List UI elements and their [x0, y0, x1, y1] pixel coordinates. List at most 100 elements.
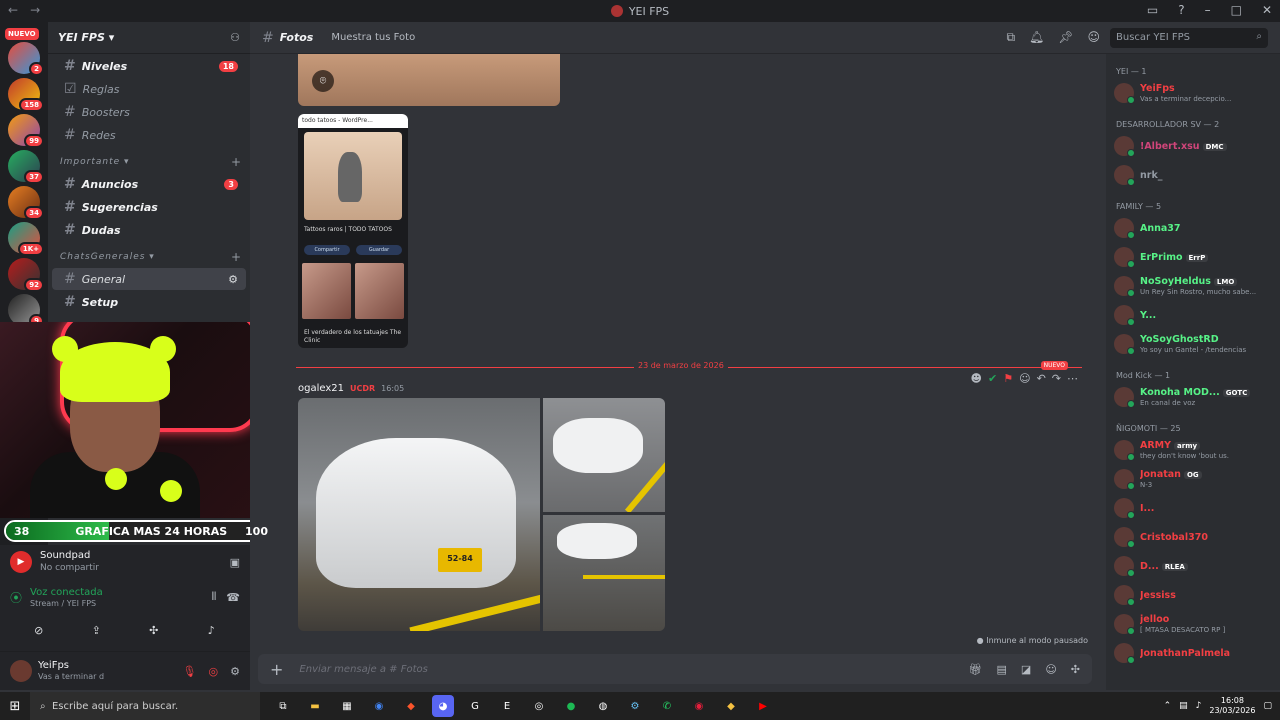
member-item[interactable]: YeiFps Vas a terminar decepcio...	[1106, 78, 1280, 107]
member-item[interactable]: Cristobal370	[1106, 522, 1280, 551]
taskbar-search[interactable]: ⌕ Escribe aquí para buscar.	[30, 692, 260, 720]
voice-connected[interactable]: ⦿ Voz conectada Stream / YEI FPS ⫴ ☎	[0, 579, 250, 615]
avatar[interactable]	[1114, 497, 1135, 519]
avatar[interactable]	[1114, 555, 1135, 577]
maximize-icon[interactable]: □	[1231, 3, 1242, 17]
reaction-flag-icon[interactable]: ⚑	[1003, 372, 1013, 385]
emoji-icon[interactable]: ☺	[1045, 663, 1056, 676]
reaction-laugh-icon[interactable]: ☻	[971, 372, 982, 385]
server-icon[interactable]: 34	[8, 186, 44, 220]
avatar[interactable]	[1114, 386, 1135, 408]
reaction-check-icon[interactable]: ✔	[988, 372, 997, 385]
channel-topic[interactable]: Muestra tus Foto	[331, 32, 415, 43]
message-input[interactable]: + Enviar mensaje a # Fotos 🎁︎ ▤ ◪ ☺ ✣	[258, 654, 1092, 684]
channel-reglas[interactable]: ☑ Reglas	[52, 78, 246, 100]
camera-off-icon[interactable]: ⊘	[17, 619, 61, 641]
forward-icon[interactable]: →	[30, 3, 40, 17]
server-icon[interactable]: 1K+	[8, 222, 44, 256]
avatar[interactable]	[1114, 642, 1135, 664]
member-item[interactable]: Jessiss	[1106, 580, 1280, 609]
help-icon[interactable]: ?	[1178, 3, 1184, 17]
threads-icon[interactable]: ⧉	[1006, 30, 1015, 45]
member-item[interactable]: nrk_	[1106, 160, 1280, 189]
members-icon[interactable]: ☺	[1087, 30, 1100, 45]
avatar[interactable]	[1114, 468, 1135, 490]
server-icon[interactable]: 37	[8, 150, 44, 184]
channel-general[interactable]: # General ⚙	[52, 268, 246, 290]
notification-icon[interactable]: ▢	[1263, 701, 1272, 711]
back-icon[interactable]: ←	[8, 3, 18, 17]
whatsapp-icon[interactable]: ✆	[656, 695, 678, 717]
inbox-icon[interactable]: ▭	[1147, 3, 1158, 17]
share-screen-icon[interactable]: ⇪	[74, 619, 118, 641]
add-channel-icon[interactable]: +	[231, 155, 242, 169]
member-item[interactable]: Y...	[1106, 300, 1280, 329]
forward-icon[interactable]: ↷	[1052, 372, 1061, 385]
add-member-icon[interactable]: ⚇	[230, 31, 240, 44]
current-user[interactable]: YeiFps Vas a terminar d 🎙︎ ◎ ⚙	[0, 651, 250, 690]
scan-icon[interactable]: ⌾	[312, 70, 334, 92]
category-importante[interactable]: Importante ▾ +	[48, 152, 250, 172]
app-icon[interactable]: ◆	[720, 695, 742, 717]
minimize-icon[interactable]: –	[1205, 3, 1211, 17]
category-chats[interactable]: ChatsGenerales ▾ +	[48, 247, 250, 267]
deafen-icon[interactable]: ◎	[209, 665, 219, 678]
avatar[interactable]	[1114, 82, 1135, 104]
avatar[interactable]	[1114, 526, 1135, 548]
channel-boosters[interactable]: # Boosters	[52, 101, 246, 123]
member-item[interactable]: Anna37	[1106, 213, 1280, 242]
avatar[interactable]	[1114, 304, 1135, 326]
store-icon[interactable]: ▦	[336, 695, 358, 717]
bell-icon[interactable]: 🔔︎	[1029, 30, 1044, 45]
gif-icon[interactable]: ▤	[997, 663, 1007, 676]
settings-icon[interactable]: ⚙	[230, 665, 240, 678]
settings-icon[interactable]: ⚙	[228, 273, 238, 286]
app-icon[interactable]: G	[464, 695, 486, 717]
member-item[interactable]: Jonatan OG N-3	[1106, 464, 1280, 493]
search-input[interactable]: Buscar YEI FPS ⌕	[1110, 28, 1268, 48]
avatar[interactable]	[1114, 164, 1135, 186]
car-photo-side[interactable]	[543, 398, 665, 512]
server-icon[interactable]: 99	[8, 114, 44, 148]
youtube-icon[interactable]: ▶	[752, 695, 774, 717]
add-attachment-icon[interactable]: +	[270, 660, 283, 679]
add-channel-icon[interactable]: +	[231, 250, 242, 264]
server-icon[interactable]: 92	[8, 258, 44, 292]
member-item[interactable]: ARMY army they don't know 'bout us.	[1106, 435, 1280, 464]
channel-setup[interactable]: # Setup	[52, 291, 246, 313]
member-item[interactable]: I...	[1106, 493, 1280, 522]
more-icon[interactable]: ⋯	[1067, 372, 1078, 385]
member-item[interactable]: jelloo[ MTASA DESACATO RP ]	[1106, 609, 1280, 638]
image-attachment[interactable]: ⌾	[298, 54, 560, 106]
channel-sugerencias[interactable]: # Sugerencias	[52, 196, 246, 218]
reply-icon[interactable]: ↶	[1037, 372, 1046, 385]
mic-muted-icon[interactable]: 🎙︎	[183, 665, 197, 678]
noise-icon[interactable]: ⫴	[212, 590, 217, 604]
activity-soundpad[interactable]: ▶ Soundpad No compartir ▣	[0, 545, 250, 579]
member-item[interactable]: NoSoyHeldus LMO Un Rey Sin Rostro, mucho s…	[1106, 271, 1280, 300]
channel-redes[interactable]: # Redes	[52, 124, 246, 146]
network-icon[interactable]: ▤	[1179, 701, 1188, 711]
tray-arrow-icon[interactable]: ⌃	[1164, 701, 1172, 711]
disconnect-icon[interactable]: ☎	[226, 591, 240, 604]
channel-niveles[interactable]: # Niveles 18	[52, 55, 246, 77]
clock[interactable]: 16:08 23/03/2026	[1209, 696, 1255, 716]
screenshot-attachment[interactable]: todo tatoos - WordPre... Tattoos raros |…	[298, 114, 408, 348]
guild-header[interactable]: YEI FPS ▾ ⚇	[48, 22, 250, 54]
avatar[interactable]	[1114, 613, 1135, 635]
close-icon[interactable]: ✕	[1262, 3, 1272, 17]
app-icon[interactable]: ◉	[688, 695, 710, 717]
avatar[interactable]	[10, 660, 32, 682]
soundboard-icon[interactable]: ♪	[189, 619, 233, 641]
member-item[interactable]: Konoha MOD... GOTC En canal de voz	[1106, 382, 1280, 411]
spotify-icon[interactable]: ●	[560, 695, 582, 717]
author-name[interactable]: ogalex21	[298, 383, 344, 394]
screen-share-icon[interactable]: ▣	[230, 556, 240, 569]
activities-icon[interactable]: ✣	[132, 619, 176, 641]
app-icon[interactable]: ◍	[592, 695, 614, 717]
avatar[interactable]	[1114, 135, 1135, 157]
apps-icon[interactable]: ✣	[1071, 663, 1080, 676]
channel-dudas[interactable]: # Dudas	[52, 219, 246, 241]
pin-icon[interactable]: 📌︎	[1058, 30, 1073, 45]
avatar[interactable]	[1114, 275, 1135, 297]
